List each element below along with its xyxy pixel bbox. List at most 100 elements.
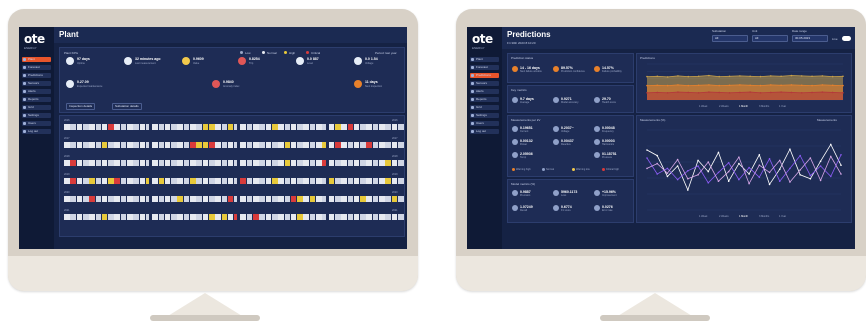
data-point[interactable] bbox=[666, 172, 669, 174]
status-cell[interactable] bbox=[322, 214, 326, 220]
status-cell[interactable] bbox=[120, 142, 127, 148]
status-cell[interactable] bbox=[385, 178, 391, 184]
status-cell[interactable] bbox=[208, 160, 215, 166]
data-point[interactable] bbox=[677, 84, 679, 86]
status-cell[interactable] bbox=[316, 214, 322, 220]
status-cell[interactable] bbox=[183, 214, 190, 220]
status-cell[interactable] bbox=[70, 142, 76, 148]
status-cell[interactable] bbox=[145, 142, 150, 148]
data-point[interactable] bbox=[819, 165, 822, 167]
status-cell[interactable] bbox=[108, 160, 114, 166]
status-cell[interactable] bbox=[316, 196, 322, 202]
status-cell[interactable] bbox=[89, 142, 95, 148]
status-cell[interactable] bbox=[76, 178, 83, 184]
data-point[interactable] bbox=[800, 75, 803, 77]
status-cell[interactable] bbox=[353, 142, 360, 148]
data-point[interactable] bbox=[739, 91, 741, 94]
status-cell[interactable] bbox=[70, 160, 76, 166]
status-cell[interactable] bbox=[303, 124, 310, 130]
status-cell[interactable] bbox=[101, 142, 108, 148]
data-point[interactable] bbox=[728, 84, 731, 87]
status-cell[interactable] bbox=[64, 214, 70, 220]
status-cell[interactable] bbox=[227, 196, 234, 202]
status-cell[interactable] bbox=[190, 196, 196, 202]
status-cell[interactable] bbox=[316, 124, 322, 130]
status-cell[interactable] bbox=[246, 196, 253, 202]
status-cell[interactable] bbox=[322, 124, 326, 130]
status-cell[interactable] bbox=[158, 142, 165, 148]
status-cell[interactable] bbox=[234, 160, 238, 166]
data-point[interactable] bbox=[809, 157, 812, 159]
status-cell[interactable] bbox=[183, 196, 190, 202]
data-point[interactable] bbox=[809, 178, 812, 180]
data-point[interactable] bbox=[831, 91, 834, 94]
status-cell[interactable] bbox=[152, 124, 158, 130]
data-point[interactable] bbox=[758, 176, 761, 178]
status-cell[interactable] bbox=[202, 124, 209, 130]
status-cell[interactable] bbox=[152, 142, 158, 148]
status-cell[interactable] bbox=[290, 178, 297, 184]
status-cell[interactable] bbox=[278, 124, 284, 130]
status-cell[interactable] bbox=[265, 214, 272, 220]
status-cell[interactable] bbox=[208, 214, 215, 220]
data-point[interactable] bbox=[728, 75, 731, 78]
status-cell[interactable] bbox=[259, 124, 265, 130]
data-point[interactable] bbox=[739, 75, 741, 77]
data-point[interactable] bbox=[656, 173, 659, 175]
data-point[interactable] bbox=[749, 84, 751, 87]
status-cell[interactable] bbox=[253, 178, 259, 184]
status-cell[interactable] bbox=[341, 124, 347, 130]
status-cell[interactable] bbox=[397, 142, 404, 148]
status-cell[interactable] bbox=[120, 124, 127, 130]
data-point[interactable] bbox=[707, 170, 710, 173]
status-cell[interactable] bbox=[196, 160, 202, 166]
status-cell[interactable] bbox=[120, 160, 127, 166]
status-cell[interactable] bbox=[196, 196, 202, 202]
data-point[interactable] bbox=[799, 154, 801, 157]
nav-item[interactable]: Grid bbox=[470, 105, 499, 110]
status-cell[interactable] bbox=[328, 214, 335, 220]
status-cell[interactable] bbox=[366, 142, 373, 148]
data-point[interactable] bbox=[758, 164, 761, 166]
status-cell[interactable] bbox=[271, 214, 278, 220]
status-cell[interactable] bbox=[101, 178, 108, 184]
range-tab[interactable]: 3 Months bbox=[759, 215, 769, 218]
status-cell[interactable] bbox=[240, 214, 247, 220]
status-cell[interactable] bbox=[284, 214, 291, 220]
data-point[interactable] bbox=[780, 75, 782, 78]
data-point[interactable] bbox=[811, 84, 813, 87]
status-cell[interactable] bbox=[379, 196, 385, 202]
status-cell[interactable] bbox=[265, 178, 272, 184]
status-cell[interactable] bbox=[127, 124, 133, 130]
status-cell[interactable] bbox=[303, 196, 310, 202]
status-cell[interactable] bbox=[366, 196, 373, 202]
status-cell[interactable] bbox=[290, 124, 297, 130]
data-point[interactable] bbox=[656, 91, 659, 94]
status-cell[interactable] bbox=[284, 124, 291, 130]
status-cell[interactable] bbox=[145, 160, 150, 166]
data-point[interactable] bbox=[819, 179, 822, 182]
status-cell[interactable] bbox=[108, 196, 114, 202]
status-cell[interactable] bbox=[70, 178, 76, 184]
status-cell[interactable] bbox=[271, 124, 278, 130]
status-cell[interactable] bbox=[202, 142, 209, 148]
status-cell[interactable] bbox=[133, 214, 139, 220]
status-cell[interactable] bbox=[101, 214, 108, 220]
status-cell[interactable] bbox=[215, 160, 221, 166]
nav-item[interactable]: Grid bbox=[22, 105, 51, 110]
status-cell[interactable] bbox=[360, 214, 366, 220]
status-cell[interactable] bbox=[284, 160, 291, 166]
status-cell[interactable] bbox=[114, 214, 121, 220]
status-cell[interactable] bbox=[385, 196, 391, 202]
status-cell[interactable] bbox=[221, 160, 228, 166]
data-point[interactable] bbox=[697, 174, 699, 176]
status-cell[interactable] bbox=[215, 124, 221, 130]
status-cell[interactable] bbox=[164, 214, 171, 220]
data-point[interactable] bbox=[646, 75, 648, 78]
status-cell[interactable] bbox=[360, 124, 366, 130]
status-cell[interactable] bbox=[271, 178, 278, 184]
status-cell[interactable] bbox=[101, 196, 108, 202]
data-point[interactable] bbox=[778, 180, 781, 182]
range-tab[interactable]: 2 Weeks bbox=[719, 215, 729, 218]
status-cell[interactable] bbox=[391, 196, 398, 202]
